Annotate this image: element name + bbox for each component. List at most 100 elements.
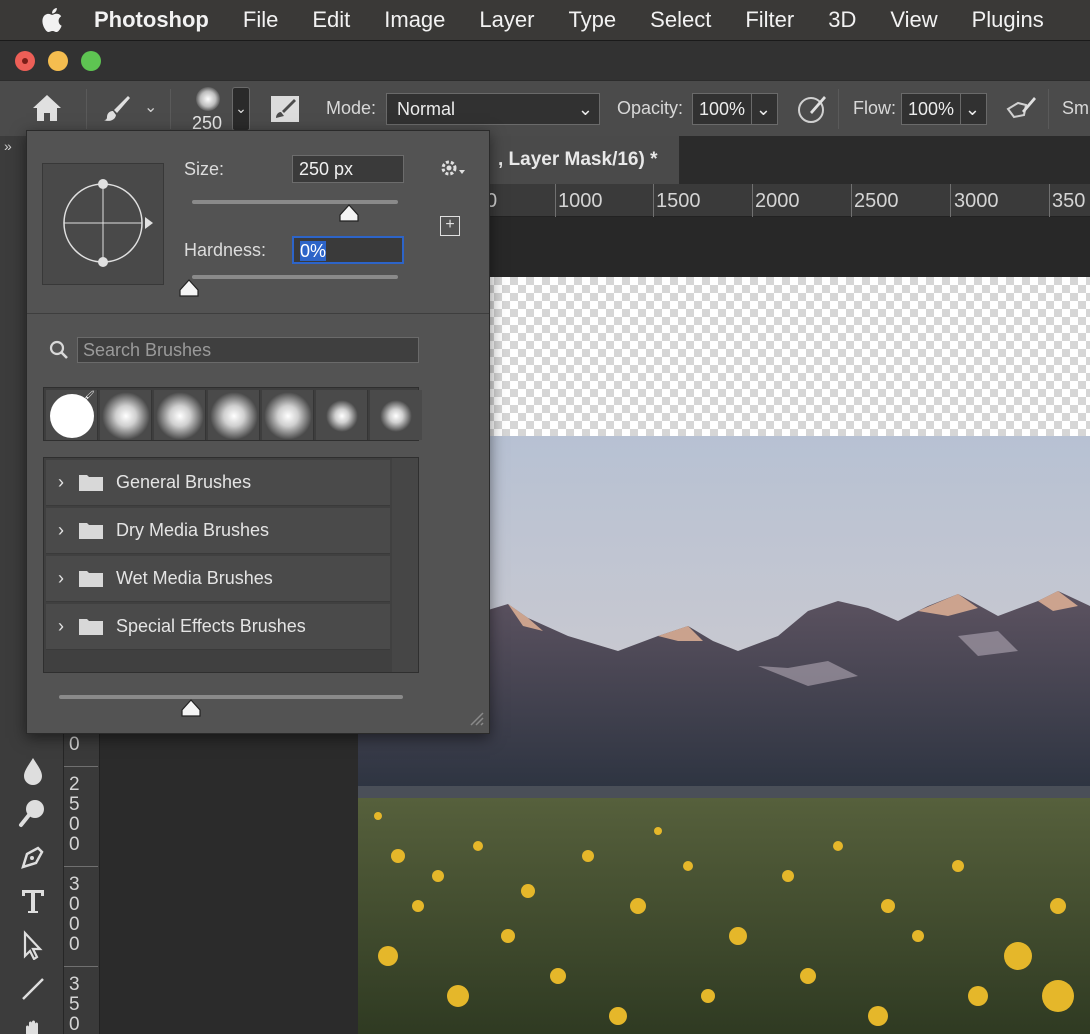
horizontal-ruler[interactable]: 0 1000 1500 2000 2500 3000 350 bbox=[470, 184, 1090, 217]
airbrush-icon[interactable] bbox=[1004, 95, 1038, 128]
brush-folders-list: › General Brushes › Dry Media Brushes › … bbox=[43, 457, 419, 673]
size-slider[interactable] bbox=[192, 200, 398, 204]
recent-brush-2[interactable] bbox=[100, 390, 152, 440]
recent-brush-4[interactable] bbox=[208, 390, 260, 440]
search-brushes-input[interactable]: Search Brushes bbox=[77, 337, 419, 363]
collapse-panel-icon[interactable]: » bbox=[4, 138, 12, 154]
dodge-tool-icon[interactable] bbox=[14, 794, 52, 832]
brush-tip-preview-icon[interactable] bbox=[196, 87, 220, 111]
recent-brush-3[interactable] bbox=[154, 390, 206, 440]
hardness-label: Hardness: bbox=[184, 240, 267, 260]
ruler-digit: 0 bbox=[69, 1014, 80, 1034]
gear-icon[interactable] bbox=[439, 157, 467, 185]
folder-icon bbox=[78, 472, 104, 497]
menu-layer[interactable]: Layer bbox=[479, 7, 534, 33]
close-window-button[interactable] bbox=[15, 51, 35, 71]
menu-image[interactable]: Image bbox=[384, 7, 445, 33]
opacity-value: 100% bbox=[699, 99, 746, 119]
hardness-field[interactable]: 0% bbox=[292, 236, 404, 264]
pressure-opacity-icon[interactable] bbox=[796, 93, 828, 130]
opacity-label: Opacity: bbox=[617, 98, 684, 118]
chevron-right-icon[interactable]: › bbox=[58, 472, 64, 493]
blur-tool-icon[interactable] bbox=[14, 752, 52, 790]
menu-app-photoshop[interactable]: Photoshop bbox=[94, 7, 209, 33]
chevron-right-icon[interactable]: › bbox=[58, 520, 64, 541]
menu-file[interactable]: File bbox=[243, 7, 278, 33]
brush-picker-toggle[interactable]: ⌄ bbox=[232, 87, 250, 131]
brush-angle-preview[interactable] bbox=[42, 163, 164, 285]
ruler-digit: 0 bbox=[69, 814, 80, 835]
opacity-field[interactable]: 100% ⌄ bbox=[692, 93, 778, 125]
folder-icon bbox=[78, 568, 104, 593]
maximize-window-button[interactable] bbox=[81, 51, 101, 71]
menu-filter[interactable]: Filter bbox=[745, 7, 794, 33]
apple-icon[interactable] bbox=[34, 6, 68, 34]
pen-tool-icon[interactable] bbox=[14, 838, 52, 876]
recent-brush-7[interactable] bbox=[370, 390, 422, 440]
recent-brush-1[interactable]: 🖌 bbox=[46, 390, 98, 440]
window-title-bar bbox=[0, 40, 1090, 80]
menu-3d[interactable]: 3D bbox=[828, 7, 856, 33]
hand-tool-icon[interactable] bbox=[14, 1010, 52, 1034]
folders-scrollbar[interactable] bbox=[392, 458, 418, 672]
menu-select[interactable]: Select bbox=[650, 7, 711, 33]
recent-brush-5[interactable] bbox=[262, 390, 314, 440]
menu-type[interactable]: Type bbox=[568, 7, 616, 33]
menu-plugins[interactable]: Plugins bbox=[972, 7, 1044, 33]
ruler-tick: 3000 bbox=[954, 190, 999, 212]
flow-field[interactable]: 100% ⌄ bbox=[901, 93, 987, 125]
minimize-window-button[interactable] bbox=[48, 51, 68, 71]
hardness-slider[interactable] bbox=[192, 275, 398, 279]
brush-settings-panel-icon[interactable] bbox=[270, 95, 300, 128]
document-tab-title: , Layer Mask/16) * bbox=[498, 149, 658, 170]
vertical-ruler[interactable]: 0 2 5 0 0 3 0 0 0 3 5 0 bbox=[64, 700, 100, 1034]
canvas-transparent-area[interactable] bbox=[470, 277, 1090, 436]
brush-tool-icon[interactable] bbox=[102, 93, 132, 128]
ruler-digit: 0 bbox=[69, 734, 80, 755]
flow-label: Flow: bbox=[853, 98, 897, 118]
folder-row-wet-media[interactable]: › Wet Media Brushes bbox=[46, 556, 390, 602]
folder-row-special-effects[interactable]: › Special Effects Brushes bbox=[46, 604, 390, 650]
ruler-digit: 5 bbox=[69, 994, 80, 1015]
document-tab[interactable]: , Layer Mask/16) * bbox=[470, 136, 680, 184]
folder-label: Special Effects Brushes bbox=[116, 616, 306, 636]
folder-row-dry-media[interactable]: › Dry Media Brushes bbox=[46, 508, 390, 554]
menu-bar: Photoshop File Edit Image Layer Type Sel… bbox=[0, 0, 1090, 40]
search-icon bbox=[49, 340, 69, 365]
folder-row-general[interactable]: › General Brushes bbox=[46, 460, 390, 506]
recent-brushes-strip: 🖌 bbox=[43, 387, 422, 441]
menu-edit[interactable]: Edit bbox=[312, 7, 350, 33]
folder-label: Wet Media Brushes bbox=[116, 568, 273, 588]
chevron-right-icon[interactable]: › bbox=[58, 616, 64, 637]
ruler-digit: 0 bbox=[69, 914, 80, 935]
resize-grip-icon[interactable] bbox=[467, 709, 485, 732]
recent-brush-6[interactable] bbox=[316, 390, 368, 440]
ruler-tick: 1000 bbox=[558, 190, 603, 212]
preview-size-slider[interactable] bbox=[59, 695, 403, 699]
line-tool-icon[interactable] bbox=[14, 970, 52, 1008]
tool-preset-chevron-icon[interactable]: ⌄ bbox=[144, 97, 157, 117]
ruler-digit: 3 bbox=[69, 874, 80, 895]
size-label: Size: bbox=[184, 159, 225, 179]
home-icon[interactable] bbox=[30, 93, 64, 128]
ruler-digit: 0 bbox=[69, 894, 80, 915]
mode-label: Mode: bbox=[326, 98, 377, 118]
canvas-pasteboard bbox=[470, 217, 1090, 277]
chevron-right-icon[interactable]: › bbox=[58, 568, 64, 589]
flow-value: 100% bbox=[908, 99, 955, 119]
options-bar: ⌄ 250 ⌄ Mode: Normal ⌄ Opacity: 100% ⌄ F… bbox=[0, 80, 1090, 136]
path-selection-tool-icon[interactable] bbox=[14, 926, 52, 964]
hardness-value: 0% bbox=[300, 241, 327, 261]
size-field[interactable]: 250 px bbox=[292, 155, 404, 183]
mode-dropdown[interactable]: Normal ⌄ bbox=[386, 93, 600, 125]
brush-preset-picker: Size: 250 px Hardness: 0% + Search Brush… bbox=[26, 130, 490, 734]
menu-view[interactable]: View bbox=[890, 7, 937, 33]
ruler-digit: 3 bbox=[69, 974, 80, 995]
type-tool-icon[interactable] bbox=[14, 882, 52, 920]
smoothing-label: Sm bbox=[1062, 98, 1089, 118]
chevron-down-icon[interactable]: ⌄ bbox=[750, 94, 771, 124]
folder-label: General Brushes bbox=[116, 472, 252, 492]
folder-label: Dry Media Brushes bbox=[116, 520, 270, 540]
chevron-down-icon[interactable]: ⌄ bbox=[959, 94, 980, 124]
new-preset-icon[interactable]: + bbox=[440, 216, 460, 236]
